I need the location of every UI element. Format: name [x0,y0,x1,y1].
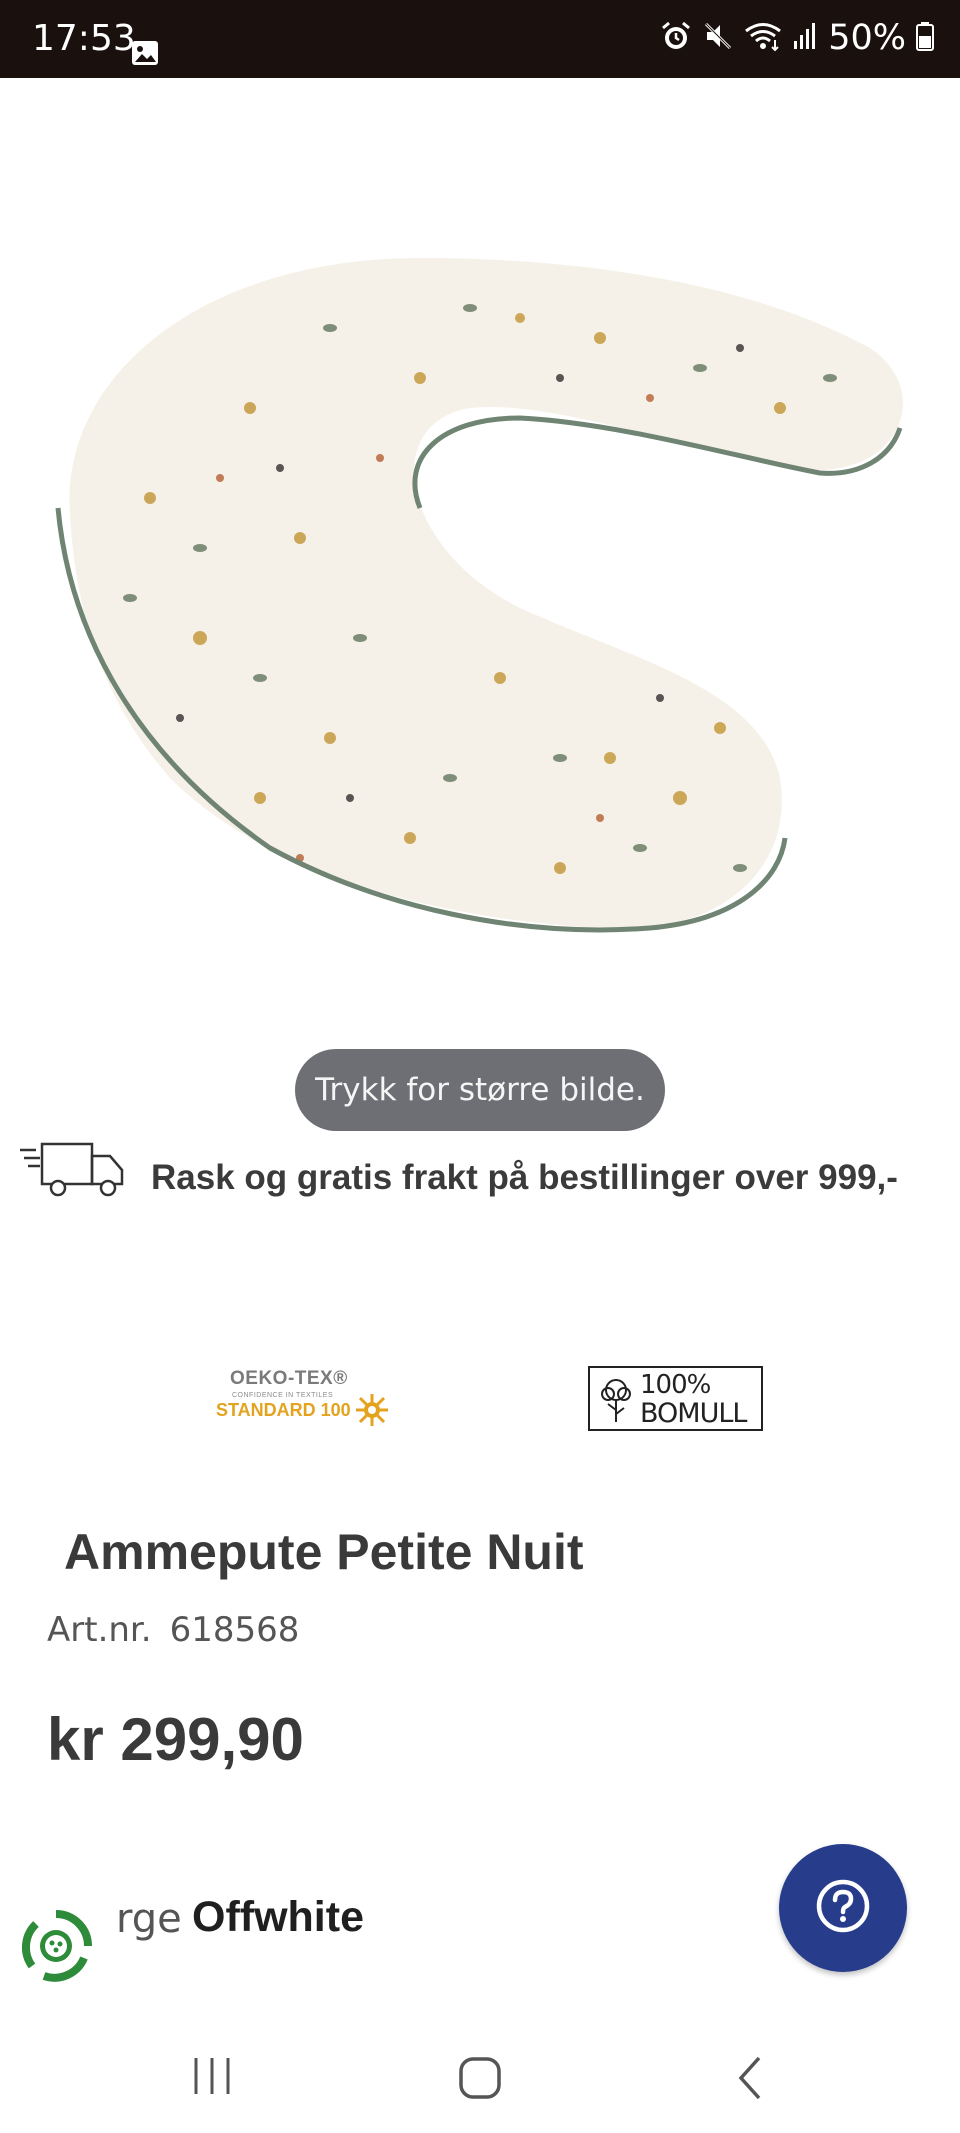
article-number: Art.nr. 618568 [47,1610,299,1650]
eco-badge-icon[interactable] [18,1908,94,1984]
color-value[interactable]: Offwhite [192,1893,364,1942]
status-time: 17:53 [32,18,136,59]
oeko-tex-sub: CONFIDENCE IN TEXTILES [232,1392,334,1399]
question-icon [815,1878,871,1939]
recent-apps-icon[interactable] [190,2056,234,2101]
signal-icon [792,21,818,56]
article-number-value: 618568 [169,1610,300,1650]
oeko-tex-label: OEKO-TEX® [230,1368,348,1389]
cotton-badge: 100% BOMULL [588,1366,763,1431]
mute-icon [702,20,734,57]
cotton-plant-icon [596,1374,636,1429]
product-image[interactable]: Trykk for større bilde. [0,78,960,1131]
article-number-label: Art.nr. [47,1610,152,1650]
zoom-hint[interactable]: Trykk for større bilde. [295,1049,665,1131]
home-icon[interactable] [458,2056,502,2105]
back-icon[interactable] [735,2054,765,2107]
system-nav-bar [0,2020,960,2133]
product-title: Ammepute Petite Nuit [64,1524,584,1580]
color-label: rge [116,1896,182,1942]
cotton-percent: 100% [640,1370,711,1400]
alarm-icon [660,20,692,57]
status-bar: 17:53 50% [0,0,960,78]
help-button[interactable] [779,1844,907,1972]
cotton-label: BOMULL [640,1398,747,1429]
oeko-tex-badge: OEKO-TEX® CONFIDENCE IN TEXTILES STANDAR… [212,1360,392,1430]
shipping-text: Rask og gratis frakt på bestillinger ove… [151,1158,898,1197]
product-price: kr 299,90 [47,1706,304,1773]
wifi-icon [744,20,782,57]
gallery-icon [131,40,159,71]
battery-icon [916,21,934,56]
oeko-tex-standard: STANDARD 100 [216,1400,351,1420]
truck-icon [18,1138,126,1207]
battery-percent: 50% [828,18,906,58]
flower-icon [354,1392,390,1433]
